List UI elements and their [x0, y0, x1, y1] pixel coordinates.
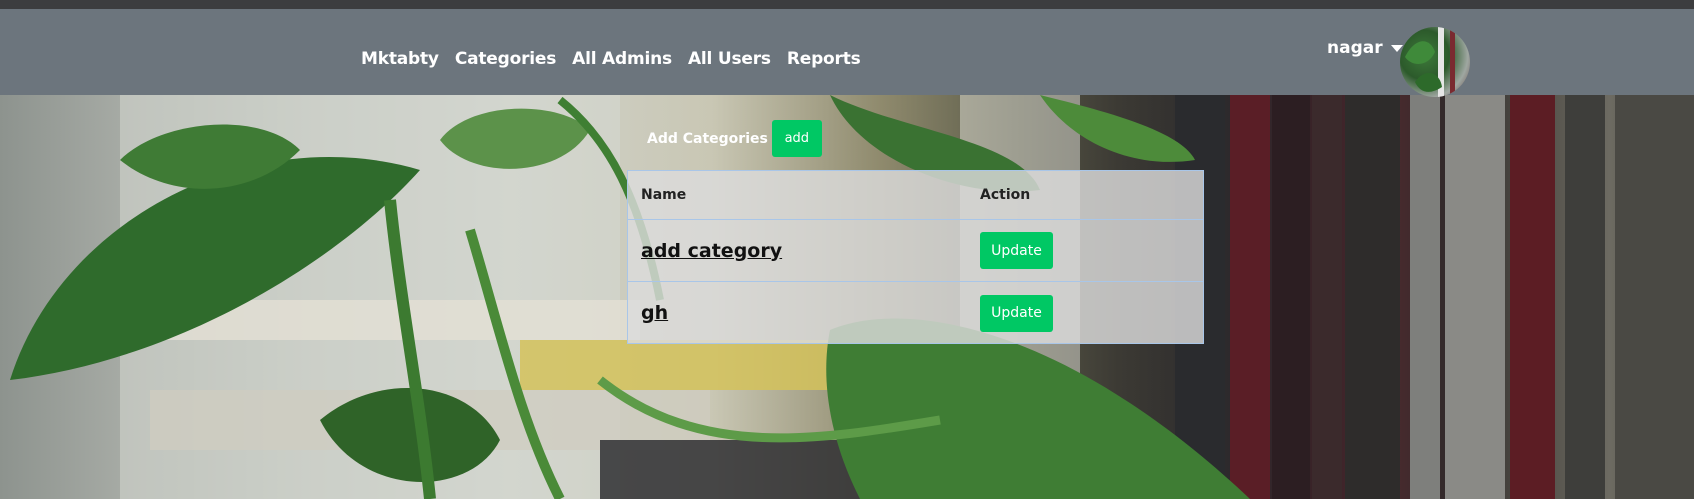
- category-link[interactable]: gh: [641, 302, 668, 324]
- name-cell: add category: [628, 220, 967, 281]
- update-button[interactable]: Update: [980, 294, 1053, 332]
- nav-link-all-admins[interactable]: All Admins: [572, 49, 672, 69]
- nav-link-reports[interactable]: Reports: [787, 49, 861, 69]
- nav-links: Mktabty Categories All Admins All Users …: [361, 49, 861, 69]
- name-cell: gh: [628, 282, 967, 344]
- add-categories-label: Add Categories: [647, 130, 768, 147]
- update-button[interactable]: Update: [980, 232, 1053, 269]
- user-name: nagar: [1327, 38, 1383, 58]
- nav-link-mktabty[interactable]: Mktabty: [361, 49, 439, 69]
- categories-table: Name Action add category Update gh Updat…: [627, 170, 1204, 344]
- header-action: Action: [980, 187, 1031, 203]
- add-categories-row: Add Categories add: [647, 120, 822, 157]
- add-category-button[interactable]: add: [771, 120, 822, 157]
- header-name: Name: [641, 187, 687, 203]
- nav-link-categories[interactable]: Categories: [455, 49, 557, 69]
- navbar: Mktabty Categories All Admins All Users …: [0, 9, 1694, 97]
- table-row: gh Update: [628, 282, 1203, 344]
- action-cell: Update: [967, 220, 1203, 281]
- browser-top-strip: [0, 0, 1694, 9]
- user-menu[interactable]: nagar: [1327, 38, 1403, 58]
- nav-link-all-users[interactable]: All Users: [688, 49, 771, 69]
- table-header: Name Action: [628, 171, 1203, 220]
- table-row: add category Update: [628, 220, 1203, 282]
- action-cell: Update: [967, 282, 1203, 344]
- category-link[interactable]: add category: [641, 240, 782, 262]
- avatar[interactable]: [1400, 27, 1470, 97]
